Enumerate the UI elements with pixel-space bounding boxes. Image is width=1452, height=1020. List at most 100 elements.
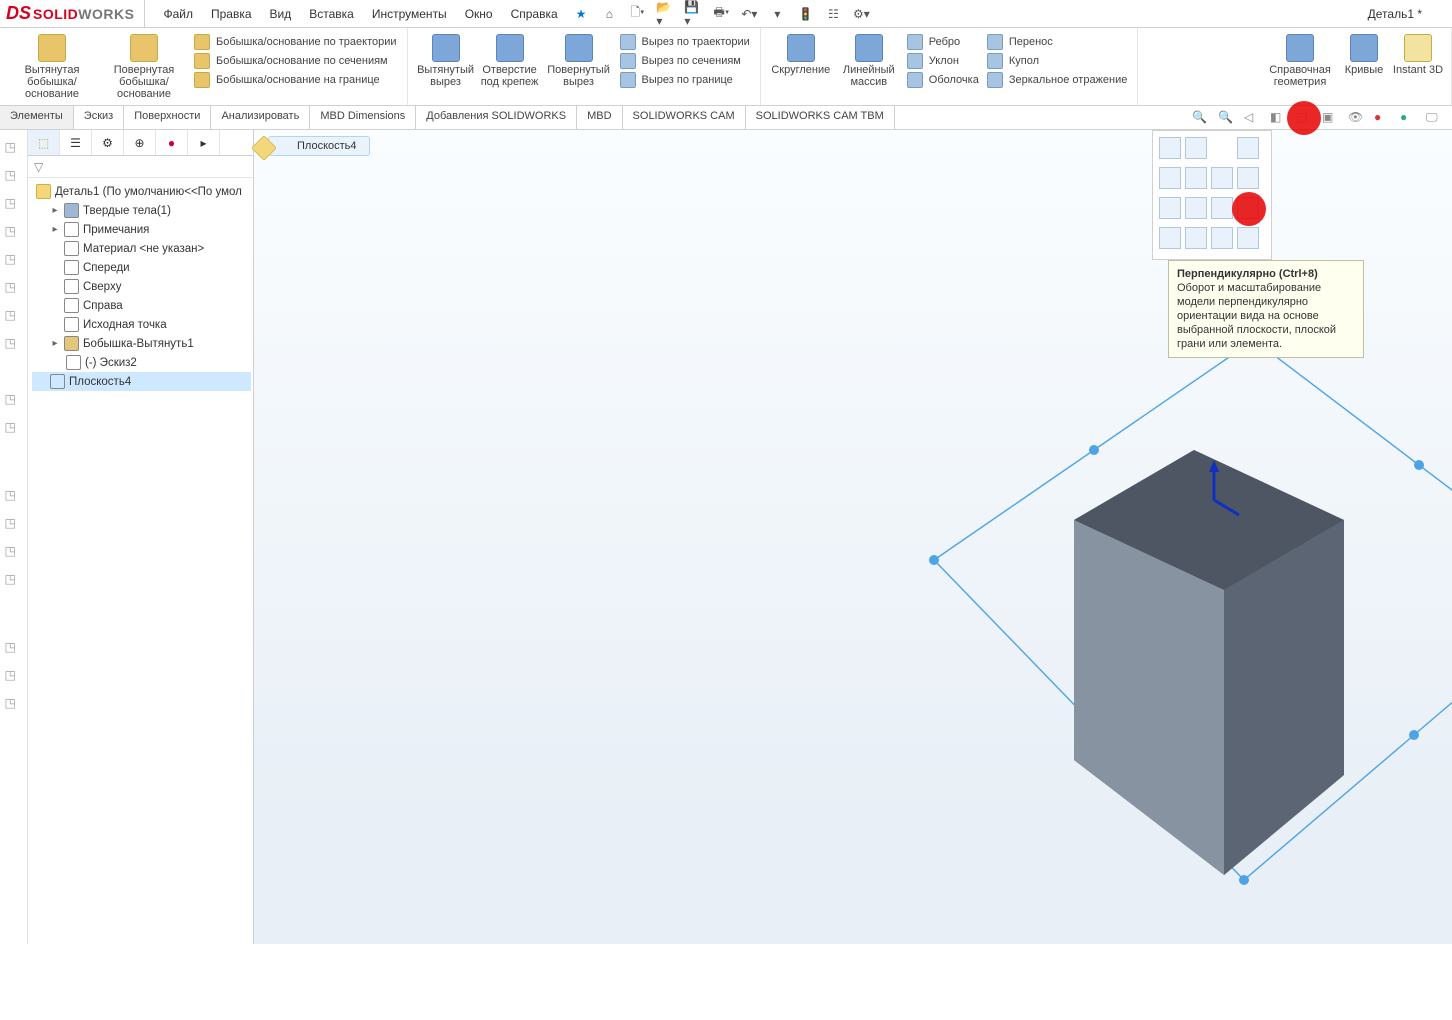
tab-features[interactable]: Элементы: [0, 106, 74, 129]
view-back-icon[interactable]: [1159, 167, 1181, 189]
tree-material[interactable]: Материал <не указан>: [32, 239, 251, 258]
view-trimetric-icon[interactable]: [1211, 197, 1233, 219]
strip-icon[interactable]: ◳: [5, 168, 23, 186]
display-style-icon[interactable]: ▣: [1322, 110, 1338, 126]
options-list-icon[interactable]: ☷: [824, 5, 842, 23]
hide-show-icon[interactable]: 👁: [1348, 110, 1364, 126]
view-cube-icon[interactable]: [1237, 137, 1259, 159]
ref-geometry-button[interactable]: Справочная геометрия: [1263, 32, 1337, 88]
strip-icon[interactable]: ◳: [5, 392, 23, 410]
boss-loft-button[interactable]: Бобышка/основание по сечениям: [194, 53, 397, 69]
mirror-button[interactable]: Зеркальное отражение: [987, 72, 1128, 88]
fillet-button[interactable]: Скругление: [767, 32, 835, 76]
fm-tab-config[interactable]: ⚙: [92, 130, 124, 155]
rebuild-icon[interactable]: 🚦: [796, 5, 814, 23]
tree-boss-extrude[interactable]: ▸Бобышка-Вытянуть1: [32, 334, 251, 353]
tab-evaluate[interactable]: Анализировать: [211, 106, 310, 129]
save-icon[interactable]: 💾▾: [684, 5, 702, 23]
strip-icon[interactable]: ◳: [5, 696, 23, 714]
home-icon[interactable]: ⌂: [600, 5, 618, 23]
dome-button[interactable]: Купол: [987, 53, 1128, 69]
tab-swcam[interactable]: SOLIDWORKS CAM: [623, 106, 746, 129]
tree-origin[interactable]: Исходная точка: [32, 315, 251, 334]
strip-icon[interactable]: ◳: [5, 252, 23, 270]
tree-top-plane[interactable]: Сверху: [32, 277, 251, 296]
strip-icon[interactable]: ◳: [5, 420, 23, 438]
strip-icon[interactable]: ◳: [5, 544, 23, 562]
menu-view[interactable]: Вид: [262, 4, 300, 24]
draft-button[interactable]: Уклон: [907, 53, 979, 69]
strip-icon[interactable]: ◳: [5, 640, 23, 658]
view-dimetric-icon[interactable]: [1185, 197, 1207, 219]
zoom-fit-icon[interactable]: 🔍: [1192, 110, 1208, 126]
menu-file[interactable]: Файл: [155, 4, 201, 24]
view-front-icon[interactable]: [1159, 137, 1181, 159]
strip-icon[interactable]: ◳: [5, 336, 23, 354]
boss-sweep-button[interactable]: Бобышка/основание по траектории: [194, 34, 397, 50]
tree-front-plane[interactable]: Спереди: [32, 258, 251, 277]
boss-boundary-button[interactable]: Бобышка/основание на границе: [194, 72, 397, 88]
view-left-icon[interactable]: [1185, 167, 1207, 189]
cut-revolve-button[interactable]: Повернутый вырез: [542, 32, 616, 88]
fm-tab-more[interactable]: ▸: [188, 130, 220, 155]
viewport-settings-icon[interactable]: 🖵: [1426, 110, 1442, 126]
menu-insert[interactable]: Вставка: [301, 4, 362, 24]
settings-gear-icon[interactable]: ⚙▾: [852, 5, 870, 23]
tree-plane4[interactable]: Плоскость4: [32, 372, 251, 391]
strip-icon[interactable]: ◳: [5, 488, 23, 506]
new-doc-icon[interactable]: 🗋▾: [628, 5, 646, 23]
boss-extrude-button[interactable]: Вытянутая бобышка/основание: [6, 32, 98, 100]
fm-filter[interactable]: ▽: [28, 156, 253, 178]
view-bottom-icon[interactable]: [1159, 197, 1181, 219]
boss-revolve-button[interactable]: Повернутая бобышка/основание: [98, 32, 190, 100]
view-right-icon[interactable]: [1211, 167, 1233, 189]
zoom-area-icon[interactable]: 🔍: [1218, 110, 1234, 126]
menu-window[interactable]: Окно: [457, 4, 501, 24]
section-view-icon[interactable]: ◧: [1270, 110, 1286, 126]
appearance-icon[interactable]: ●: [1374, 110, 1390, 126]
viewport-4-icon[interactable]: [1237, 227, 1259, 249]
viewport-2h-icon[interactable]: [1185, 227, 1207, 249]
tab-mbd-dimensions[interactable]: MBD Dimensions: [310, 106, 416, 129]
strip-icon[interactable]: ◳: [5, 196, 23, 214]
tab-swcam-tbm[interactable]: SOLIDWORKS CAM TBM: [746, 106, 895, 129]
strip-icon[interactable]: ◳: [5, 572, 23, 590]
open-doc-icon[interactable]: 📂▾: [656, 5, 674, 23]
menu-help[interactable]: Справка: [503, 4, 566, 24]
fm-tab-dim[interactable]: ⊕: [124, 130, 156, 155]
view-iso-icon[interactable]: [1185, 137, 1207, 159]
shell-button[interactable]: Оболочка: [907, 72, 979, 88]
breadcrumb[interactable]: Плоскость4: [268, 136, 370, 156]
strip-icon[interactable]: ◳: [5, 516, 23, 534]
cut-boundary-button[interactable]: Вырез по границе: [620, 72, 750, 88]
tab-sketch[interactable]: Эскиз: [74, 106, 124, 129]
strip-icon[interactable]: ◳: [5, 140, 23, 158]
rib-button[interactable]: Ребро: [907, 34, 979, 50]
fm-tab-display[interactable]: ●: [156, 130, 188, 155]
tab-addins[interactable]: Добавления SOLIDWORKS: [416, 106, 577, 129]
strip-icon[interactable]: ◳: [5, 308, 23, 326]
undo-icon[interactable]: ↶▾: [740, 5, 758, 23]
tab-surfaces[interactable]: Поверхности: [124, 106, 211, 129]
view-normal-to-icon[interactable]: [1237, 197, 1259, 219]
viewport-2v-icon[interactable]: [1211, 227, 1233, 249]
scene-icon[interactable]: ●: [1400, 110, 1416, 126]
instant3d-button[interactable]: Instant 3D: [1391, 32, 1445, 76]
select-icon[interactable]: ▾: [768, 5, 786, 23]
wrap-button[interactable]: Перенос: [987, 34, 1128, 50]
viewport-single-icon[interactable]: [1159, 227, 1181, 249]
hole-wizard-button[interactable]: Отверстие под крепеж: [478, 32, 542, 88]
strip-icon[interactable]: ◳: [5, 668, 23, 686]
linear-pattern-button[interactable]: Линейный массив: [835, 32, 903, 88]
cut-loft-button[interactable]: Вырез по сечениям: [620, 53, 750, 69]
menu-tools[interactable]: Инструменты: [364, 4, 455, 24]
tree-sketch2[interactable]: (-) Эскиз2: [32, 353, 251, 372]
tree-right-plane[interactable]: Справа: [32, 296, 251, 315]
tab-mbd[interactable]: MBD: [577, 106, 622, 129]
strip-icon[interactable]: ◳: [5, 280, 23, 298]
pin-icon[interactable]: ★: [576, 7, 587, 21]
fm-tab-tree[interactable]: ⬚: [28, 130, 60, 155]
prev-view-icon[interactable]: ◁: [1244, 110, 1260, 126]
fm-tab-prop[interactable]: ☰: [60, 130, 92, 155]
menu-edit[interactable]: Правка: [203, 4, 260, 24]
